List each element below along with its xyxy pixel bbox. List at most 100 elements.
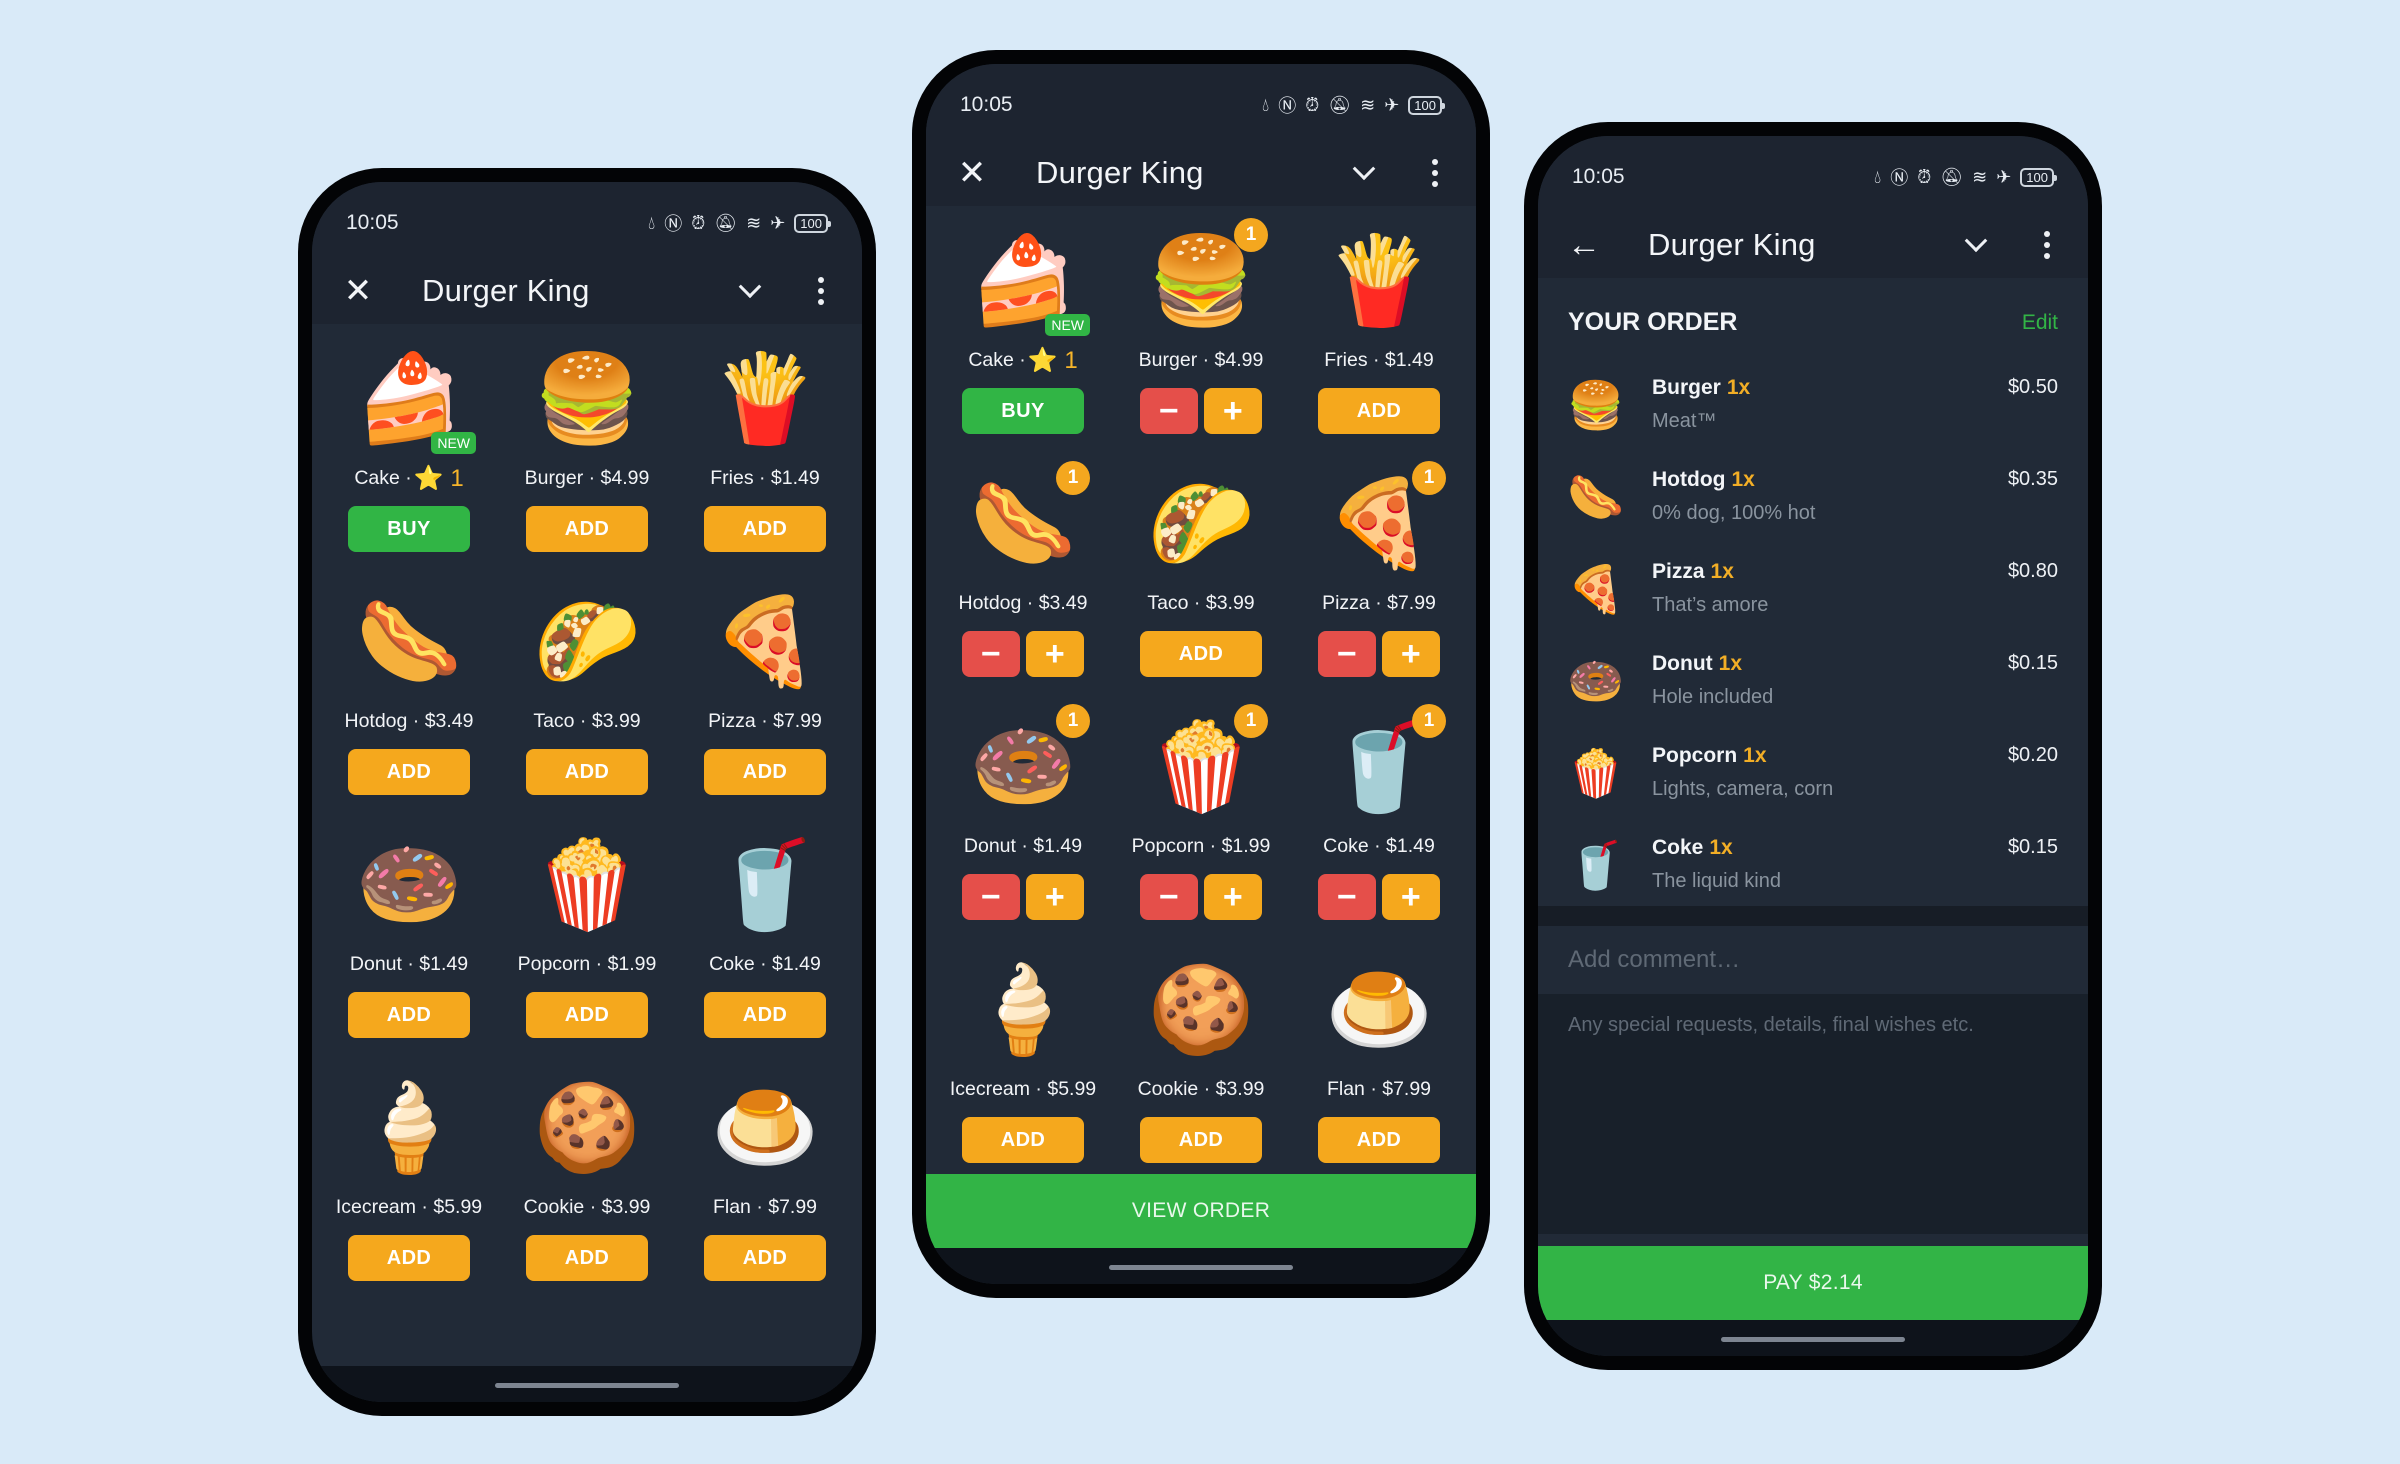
close-button[interactable]: ✕	[952, 153, 992, 193]
add-button[interactable]: ADD	[1140, 631, 1262, 677]
quantity-badge: 1	[1234, 218, 1268, 252]
buy-button[interactable]: BUY	[962, 388, 1084, 434]
item-name-price: Fries · $1.49	[710, 466, 820, 489]
more-options-button[interactable]	[2032, 225, 2062, 265]
pay-button[interactable]: PAY $2.14	[1538, 1246, 2088, 1320]
data-saver-icon: 💧︎	[648, 212, 656, 233]
cake-icon: 🍰	[969, 233, 1077, 329]
menu-item-flan: 🍮 Flan · $7.99 ADD	[1290, 935, 1468, 1178]
menu-item-cake: 🍰 NEW Cake · ⭐ 1 BUY	[320, 324, 498, 567]
status-bar: 10:05 💧︎ Ⓝ ⏰︎ 🔕︎ ≋ ✈︎ 100	[1572, 162, 2057, 192]
order-item-burger: 🍔 Burger 1x Meat™ $0.50	[1538, 364, 2088, 456]
collapse-button[interactable]	[1346, 155, 1382, 191]
decrease-button[interactable]: −	[1140, 874, 1198, 920]
order-item-name: Popcorn 1x	[1652, 744, 1767, 768]
increase-button[interactable]: +	[1382, 631, 1440, 677]
decrease-button[interactable]: −	[1140, 388, 1198, 434]
more-options-button[interactable]	[1420, 153, 1450, 193]
item-name-price: Coke · $1.49	[1323, 834, 1435, 857]
add-button[interactable]: ADD	[704, 992, 826, 1038]
item-name: Burger	[1652, 376, 1721, 399]
icecream-icon: 🍦	[355, 1080, 463, 1176]
order-item-name: Pizza 1x	[1652, 560, 1734, 584]
increase-button[interactable]: +	[1026, 874, 1084, 920]
add-button[interactable]: ADD	[348, 749, 470, 795]
home-indicator[interactable]	[495, 1383, 679, 1388]
battery-icon: 100	[2020, 167, 2057, 187]
increase-button[interactable]: +	[1026, 631, 1084, 677]
item-name-price: Fries · $1.49	[1324, 348, 1434, 371]
collapse-button[interactable]	[732, 273, 768, 309]
arrow-left-icon: ←	[1567, 225, 1601, 264]
status-time: 10:05	[346, 211, 399, 234]
home-indicator[interactable]	[1109, 1265, 1293, 1270]
order-section: YOUR ORDER Edit 🍔 Burger 1x Meat™ $0.50 🌭 Hotd…	[1538, 278, 2088, 906]
order-item-popcorn: 🍿 Popcorn 1x Lights, camera, corn $0.20	[1538, 732, 2088, 824]
menu-item-icecream: 🍦 Icecream · $5.99 ADD	[320, 1053, 498, 1296]
increase-button[interactable]: +	[1382, 874, 1440, 920]
food-image: 🍦	[354, 1073, 464, 1183]
increase-button[interactable]: +	[1204, 874, 1262, 920]
add-button[interactable]: ADD	[348, 992, 470, 1038]
view-order-button[interactable]: VIEW ORDER	[926, 1174, 1476, 1248]
item-actions: ADD	[1140, 1117, 1262, 1163]
comment-input[interactable]	[1538, 926, 2088, 994]
item-name-price: Donut · $1.49	[349, 952, 469, 975]
order-item-donut: 🍩 Donut 1x Hole included $0.15	[1538, 640, 2088, 732]
back-button[interactable]: ←	[1564, 225, 1604, 265]
quantity-badge: 1	[1412, 704, 1446, 738]
quantity-badge: 1	[1056, 704, 1090, 738]
popcorn-icon: 🍿	[1567, 747, 1625, 799]
taco-icon: 🌮	[1147, 476, 1255, 572]
item-actions: ADD	[526, 749, 648, 795]
collapse-button[interactable]	[1958, 227, 1994, 263]
menu-item-taco: 🌮 Taco · $3.99 ADD	[498, 567, 676, 810]
menu-item-cookie: 🍪 Cookie · $3.99 ADD	[498, 1053, 676, 1296]
item-actions: ADD	[1140, 631, 1262, 677]
order-item-name: Donut 1x	[1652, 652, 1742, 676]
item-price: $0.35	[2007, 468, 2058, 490]
decrease-button[interactable]: −	[962, 631, 1020, 677]
coke-icon: 🥤	[1567, 839, 1625, 891]
add-button[interactable]: ADD	[704, 506, 826, 552]
add-button[interactable]: ADD	[1318, 388, 1440, 434]
add-button[interactable]: ADD	[348, 1235, 470, 1281]
buy-button[interactable]: BUY	[348, 506, 470, 552]
coke-icon: 🥤	[711, 837, 819, 933]
menu-item-popcorn: 🍿 1 Popcorn · $1.99 − +	[1112, 692, 1290, 935]
food-image: 🍪	[532, 1073, 642, 1183]
donut-icon: 🍩	[1567, 655, 1625, 707]
add-button[interactable]: ADD	[704, 1235, 826, 1281]
new-badge: NEW	[431, 432, 476, 454]
add-button[interactable]: ADD	[1140, 1117, 1262, 1163]
decrease-button[interactable]: −	[1318, 631, 1376, 677]
close-button[interactable]: ✕	[338, 271, 378, 311]
add-button[interactable]: ADD	[704, 749, 826, 795]
battery-icon: 100	[1408, 95, 1445, 115]
more-icon	[818, 277, 824, 283]
add-button[interactable]: ADD	[962, 1117, 1084, 1163]
status-bar: 10:05 💧︎ Ⓝ ⏰︎ 🔕︎ ≋ ✈︎ 100	[960, 90, 1445, 120]
edit-order-link[interactable]: Edit	[2022, 311, 2058, 335]
add-button[interactable]: ADD	[1318, 1117, 1440, 1163]
menu-item-burger: 🍔 1 Burger · $4.99 − +	[1112, 206, 1290, 449]
increase-button[interactable]: +	[1204, 388, 1262, 434]
item-name: Hotdog	[1652, 468, 1726, 491]
decrease-button[interactable]: −	[1318, 874, 1376, 920]
order-list: 🍔 Burger 1x Meat™ $0.50 🌭 Hotdog 1x 0% dog, 100%…	[1538, 364, 2088, 916]
decrease-button[interactable]: −	[962, 874, 1020, 920]
menu-item-burger: 🍔 Burger · $4.99 ADD	[498, 324, 676, 567]
item-description: 0% dog, 100% hot	[1652, 502, 1816, 524]
home-indicator[interactable]	[1721, 1337, 1905, 1342]
add-button[interactable]: ADD	[526, 992, 648, 1038]
comment-hint: Any special requests, details, final wis…	[1568, 1014, 1974, 1036]
bell-off-icon: 🔕︎	[1940, 166, 1964, 187]
food-image: 🍟	[1324, 226, 1434, 336]
order-item-name: Hotdog 1x	[1652, 468, 1755, 492]
more-options-button[interactable]	[806, 271, 836, 311]
add-button[interactable]: ADD	[526, 1235, 648, 1281]
add-button[interactable]: ADD	[526, 749, 648, 795]
item-name-price: Taco · $3.99	[533, 709, 641, 732]
add-button[interactable]: ADD	[526, 506, 648, 552]
item-label: Taco · $3.99	[1147, 589, 1254, 617]
